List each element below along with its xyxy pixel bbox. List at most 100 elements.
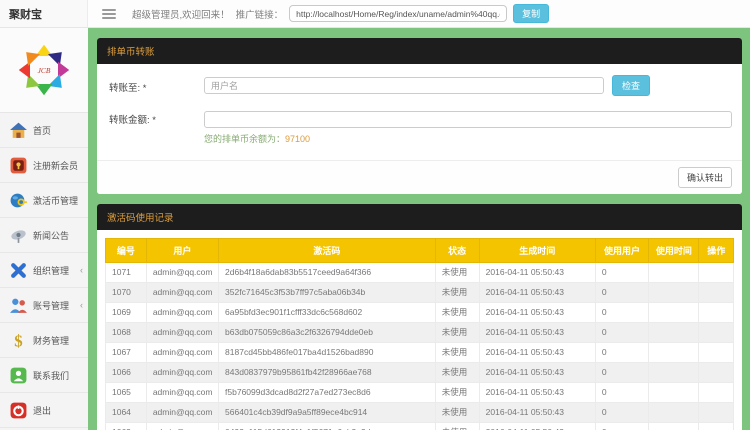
sidebar: JCB 首页 注册新会员 (0, 28, 88, 430)
transfer-amount-label: 转账金额: * (109, 109, 204, 126)
sidebar-nav: 首页 注册新会员 激活币 (0, 113, 88, 428)
table-row: 1070admin@qq.com352fc71645c3f53b7ff97c5a… (106, 282, 734, 302)
sidebar-item-organization[interactable]: 组织管理 ‹ (0, 253, 88, 288)
table-cell: 1065 (106, 382, 147, 402)
table-cell (649, 422, 699, 430)
table-cell: 352fc71645c3f53b7ff97c5aba06b34b (219, 282, 436, 302)
table-cell: 2016-04-11 05:50:43 (479, 282, 595, 302)
table-cell: b63db075059c86a3c2f6326794dde0eb (219, 322, 436, 342)
table-cell: 1068 (106, 322, 147, 342)
column-header: 使用时间 (649, 238, 699, 262)
column-header: 使用用户 (595, 238, 648, 262)
hamburger-menu-icon[interactable] (102, 7, 116, 21)
copy-button[interactable]: 复制 (513, 4, 549, 23)
table-cell: 2016-04-11 05:50:43 (479, 262, 595, 282)
table-cell: 0 (595, 402, 648, 422)
table-row: 1067admin@qq.com8187cd45bb486fe017ba4d15… (106, 342, 734, 362)
table-row: 1063admin@qq.com0492a115d613913f4c1f5671… (106, 422, 734, 430)
table-cell: 1066 (106, 362, 147, 382)
table-cell: 2016-04-11 05:50:43 (479, 322, 595, 342)
transfer-panel-title: 排单币转账 (97, 38, 742, 64)
collapse-chevron-icon: ‹ (80, 300, 88, 310)
sidebar-item-logout[interactable]: 退出 (0, 393, 88, 428)
svg-text:JCB: JCB (38, 66, 51, 75)
promo-link-label: 推广链接： (236, 7, 284, 21)
table-cell: 未使用 (435, 342, 479, 362)
contact-icon (9, 366, 28, 385)
table-cell: 2016-04-11 05:50:43 (479, 382, 595, 402)
table-cell: 2016-04-11 05:50:43 (479, 302, 595, 322)
table-cell: 0 (595, 262, 648, 282)
transfer-amount-input[interactable] (204, 111, 732, 128)
table-cell (699, 262, 734, 282)
transfer-to-label: 转账至: * (109, 77, 204, 94)
column-header: 用户 (146, 238, 218, 262)
balance-hint: 您的排单币余额为：97100 (204, 132, 732, 145)
table-cell (699, 402, 734, 422)
records-panel-title: 激活码使用记录 (97, 204, 742, 230)
table-cell: 未使用 (435, 282, 479, 302)
table-cell: 6a95bfd3ec901f1cfff33dc6c568d602 (219, 302, 436, 322)
organization-icon (9, 261, 28, 280)
promo-url-input[interactable] (289, 5, 507, 22)
sidebar-item-news[interactable]: 新闻公告 (0, 218, 88, 253)
confirm-transfer-button[interactable]: 确认转出 (678, 167, 732, 188)
sidebar-item-register-member[interactable]: 注册新会员 (0, 148, 88, 183)
table-row: 1066admin@qq.com843d0837979b95861fb42f28… (106, 362, 734, 382)
records-table: 编号用户激活码状态生成时间使用用户使用时间操作 1071admin@qq.com… (105, 238, 734, 430)
table-cell (649, 262, 699, 282)
table-cell: admin@qq.com (146, 402, 218, 422)
sidebar-item-label: 退出 (33, 404, 51, 417)
sidebar-item-label: 首页 (33, 124, 51, 137)
table-cell: 0 (595, 322, 648, 342)
table-cell (699, 302, 734, 322)
table-cell (699, 342, 734, 362)
table-cell: 0 (595, 282, 648, 302)
column-header: 激活码 (219, 238, 436, 262)
transfer-to-input[interactable] (204, 77, 604, 94)
table-cell: 1064 (106, 402, 147, 422)
table-cell: 1070 (106, 282, 147, 302)
table-cell (649, 362, 699, 382)
table-cell: admin@qq.com (146, 422, 218, 430)
sidebar-item-activation-coin[interactable]: 激活币管理 (0, 183, 88, 218)
table-cell: 未使用 (435, 362, 479, 382)
column-header: 编号 (106, 238, 147, 262)
sidebar-item-home[interactable]: 首页 (0, 113, 88, 148)
table-cell (649, 302, 699, 322)
sidebar-item-label: 组织管理 (33, 264, 69, 277)
table-cell: 未使用 (435, 422, 479, 430)
table-row: 1071admin@qq.com2d6b4f18a6dab83b5517ceed… (106, 262, 734, 282)
check-button[interactable]: 检查 (612, 75, 650, 96)
table-cell (699, 322, 734, 342)
main-content: 排单币转账 转账至: * 检查 转账金额: * 您的排单币余额为：97100 (88, 28, 750, 430)
sidebar-item-contact[interactable]: 联系我们 (0, 358, 88, 393)
balance-value: 97100 (285, 134, 310, 144)
table-cell: admin@qq.com (146, 282, 218, 302)
sidebar-item-accounts[interactable]: 账号管理 ‹ (0, 288, 88, 323)
welcome-text: 超级管理员,欢迎回来！ (132, 7, 230, 21)
table-cell (649, 282, 699, 302)
table-cell: 0 (595, 382, 648, 402)
transfer-panel-footer: 确认转出 (97, 160, 742, 194)
table-cell: 2016-04-11 05:50:43 (479, 402, 595, 422)
table-cell: 未使用 (435, 322, 479, 342)
table-cell: 未使用 (435, 402, 479, 422)
table-cell: 566401c4cb39df9a9a5ff89ece4bc914 (219, 402, 436, 422)
logout-icon (9, 401, 28, 420)
accounts-icon (9, 296, 28, 315)
table-cell (699, 362, 734, 382)
table-cell: 2016-04-11 05:50:43 (479, 362, 595, 382)
table-cell: admin@qq.com (146, 302, 218, 322)
sidebar-item-finance[interactable]: $ 财务管理 (0, 323, 88, 358)
pinwheel-logo-icon: JCB (16, 42, 72, 98)
table-cell: f5b76099d3dcad8d2f27a7ed273ec8d6 (219, 382, 436, 402)
table-cell: 0 (595, 342, 648, 362)
table-cell (649, 402, 699, 422)
table-cell: 8187cd45bb486fe017ba4d1526bad890 (219, 342, 436, 362)
table-row: 1064admin@qq.com566401c4cb39df9a9a5ff89e… (106, 402, 734, 422)
sidebar-item-label: 财务管理 (33, 334, 69, 347)
sidebar-item-label: 激活币管理 (33, 194, 78, 207)
table-cell: admin@qq.com (146, 382, 218, 402)
collapse-chevron-icon: ‹ (80, 265, 88, 275)
